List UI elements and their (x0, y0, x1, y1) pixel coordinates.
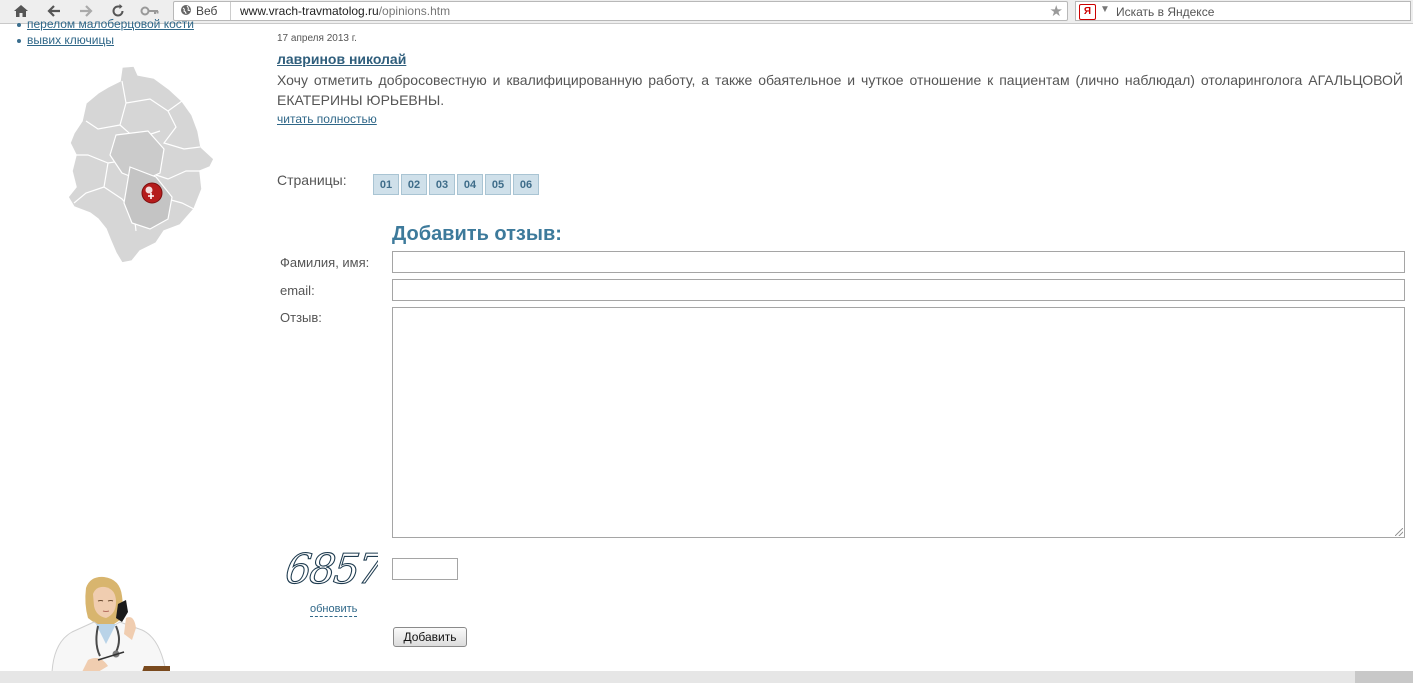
sidebar-item-link[interactable]: вывих ключицы (27, 33, 114, 47)
form-title: Добавить отзыв: (392, 223, 562, 245)
yandex-logo-icon[interactable]: Я (1079, 4, 1096, 20)
email-field[interactable] (392, 279, 1405, 301)
search-placeholder[interactable]: Искать в Яндексе (1116, 5, 1214, 19)
bookmark-star-icon[interactable]: ★ (1050, 2, 1063, 20)
review-textarea[interactable] (392, 307, 1405, 538)
sidebar-item[interactable]: перелом малоберцовой кости (16, 16, 194, 32)
svg-text:6857: 6857 (286, 547, 378, 591)
captcha-image: 6857 (283, 545, 388, 596)
page-button[interactable]: 06 (513, 174, 539, 195)
browser-toolbar: Веб www.vrach-travmatolog.ru/opinions.ht… (0, 0, 1413, 24)
page-button[interactable]: 03 (429, 174, 455, 195)
name-label: Фамилия, имя: (280, 255, 370, 270)
sidebar-item-link[interactable]: перелом малоберцовой кости (27, 17, 194, 31)
review-label: Отзыв: (280, 310, 322, 325)
resize-grip-icon[interactable] (1395, 528, 1403, 536)
moscow-map[interactable] (64, 63, 219, 270)
search-prefix-label: Веб (196, 4, 218, 18)
email-label: email: (280, 283, 315, 298)
scrollbar-thumb[interactable] (1355, 671, 1413, 683)
review-date: 17 апреля 2013 г. (277, 33, 357, 44)
read-more-link[interactable]: читать полностью (277, 112, 377, 126)
pagination: 01 02 03 04 05 06 (373, 174, 539, 195)
pagination-label: Страницы: (277, 172, 347, 188)
address-bar[interactable]: Веб www.vrach-travmatolog.ru/opinions.ht… (173, 1, 1068, 21)
submit-button[interactable]: Добавить (393, 627, 467, 647)
name-field[interactable] (392, 251, 1405, 273)
captcha-field[interactable] (392, 558, 458, 580)
sidebar-item[interactable]: вывих ключицы (16, 32, 194, 48)
captcha-refresh-link[interactable]: обновить (310, 603, 358, 617)
yandex-search-box[interactable]: Я ▼ Искать в Яндексе (1075, 1, 1411, 21)
sidebar-link-list: перелом малоберцовой кости вывих ключицы (16, 17, 194, 48)
page-button[interactable]: 05 (485, 174, 511, 195)
chevron-down-icon[interactable]: ▼ (1100, 4, 1110, 15)
page-button[interactable]: 01 (373, 174, 399, 195)
doctor-illustration (38, 574, 170, 677)
url-text[interactable]: www.vrach-travmatolog.ru/opinions.htm (240, 4, 450, 18)
page-button[interactable]: 04 (457, 174, 483, 195)
review-text: Хочу отметить добросовестную и квалифици… (277, 72, 1403, 108)
horizontal-scrollbar[interactable] (0, 671, 1413, 683)
review-author-link[interactable]: лавринов николай (277, 51, 406, 67)
page-button[interactable]: 02 (401, 174, 427, 195)
